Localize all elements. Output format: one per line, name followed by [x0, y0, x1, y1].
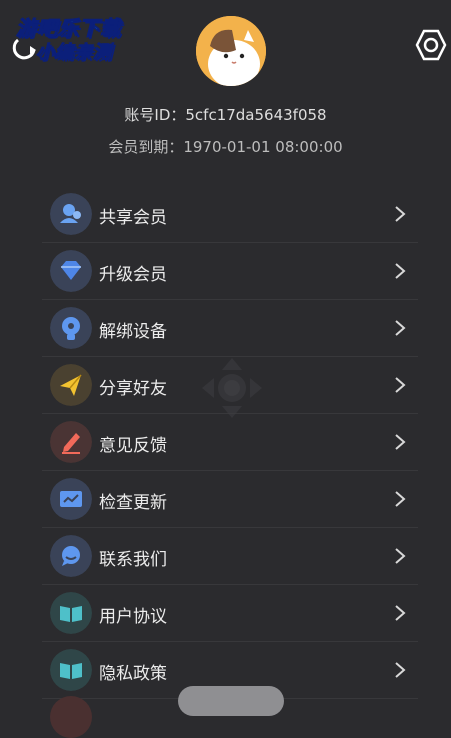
settings-hexagon-icon[interactable] [414, 28, 448, 62]
chevron-right-icon [395, 320, 406, 336]
menu-item-label: 共享会员 [99, 208, 167, 228]
update-ticket-icon [50, 478, 92, 520]
watermark: 游吧乐下载 小编亲测 [8, 10, 148, 66]
menu-item-unbind-device[interactable]: 解绑设备 [42, 300, 418, 357]
menu-item-feedback[interactable]: 意见反馈 [42, 414, 418, 471]
chevron-right-icon [395, 662, 406, 678]
menu-item-label: 检查更新 [99, 493, 167, 513]
menu-item-share-member[interactable]: 共享会员 [42, 186, 418, 243]
chevron-right-icon [395, 548, 406, 564]
menu-item-label: 升级会员 [99, 265, 167, 285]
menu-list: 共享会员 升级会员 解绑设备 分享好友 意见反馈 检查更新 联系我们 用户协议 … [42, 186, 418, 699]
menu-item-user-agreement[interactable]: 用户协议 [42, 585, 418, 642]
avatar[interactable] [196, 16, 266, 86]
menu-item-label: 隐私政策 [99, 664, 167, 684]
chevron-right-icon [395, 377, 406, 393]
menu-item-label: 意见反馈 [99, 436, 167, 456]
chevron-right-icon [395, 263, 406, 279]
watermark-line-2: 小编亲测 [36, 42, 112, 64]
book-icon [50, 592, 92, 634]
share-member-icon [50, 193, 92, 235]
chevron-right-icon [395, 605, 406, 621]
menu-item-label: 联系我们 [99, 550, 167, 570]
chevron-right-icon [395, 206, 406, 222]
partial-menu-icon[interactable] [50, 696, 92, 738]
menu-item-contact-us[interactable]: 联系我们 [42, 528, 418, 585]
menu-item-label: 分享好友 [99, 379, 167, 399]
account-id: 账号ID：5cfc17da5643f058 [124, 106, 327, 124]
paper-plane-icon [50, 364, 92, 406]
chevron-right-icon [395, 491, 406, 507]
feedback-pen-icon [50, 421, 92, 463]
bottom-floating-bar[interactable] [178, 686, 284, 716]
menu-item-upgrade-member[interactable]: 升级会员 [42, 243, 418, 300]
dpad-overlay-icon[interactable] [200, 356, 264, 420]
cat-avatar-icon [196, 16, 266, 86]
chevron-right-icon [395, 434, 406, 450]
watermark-line-1: 游吧乐下载 [16, 16, 121, 41]
menu-item-label: 用户协议 [99, 607, 167, 627]
menu-item-check-update[interactable]: 检查更新 [42, 471, 418, 528]
member-expiry: 会员到期：1970-01-01 08:00:00 [108, 138, 343, 156]
book-icon [50, 649, 92, 691]
contact-chat-icon [50, 535, 92, 577]
menu-item-label: 解绑设备 [99, 322, 167, 342]
unbind-device-icon [50, 307, 92, 349]
diamond-icon [50, 250, 92, 292]
